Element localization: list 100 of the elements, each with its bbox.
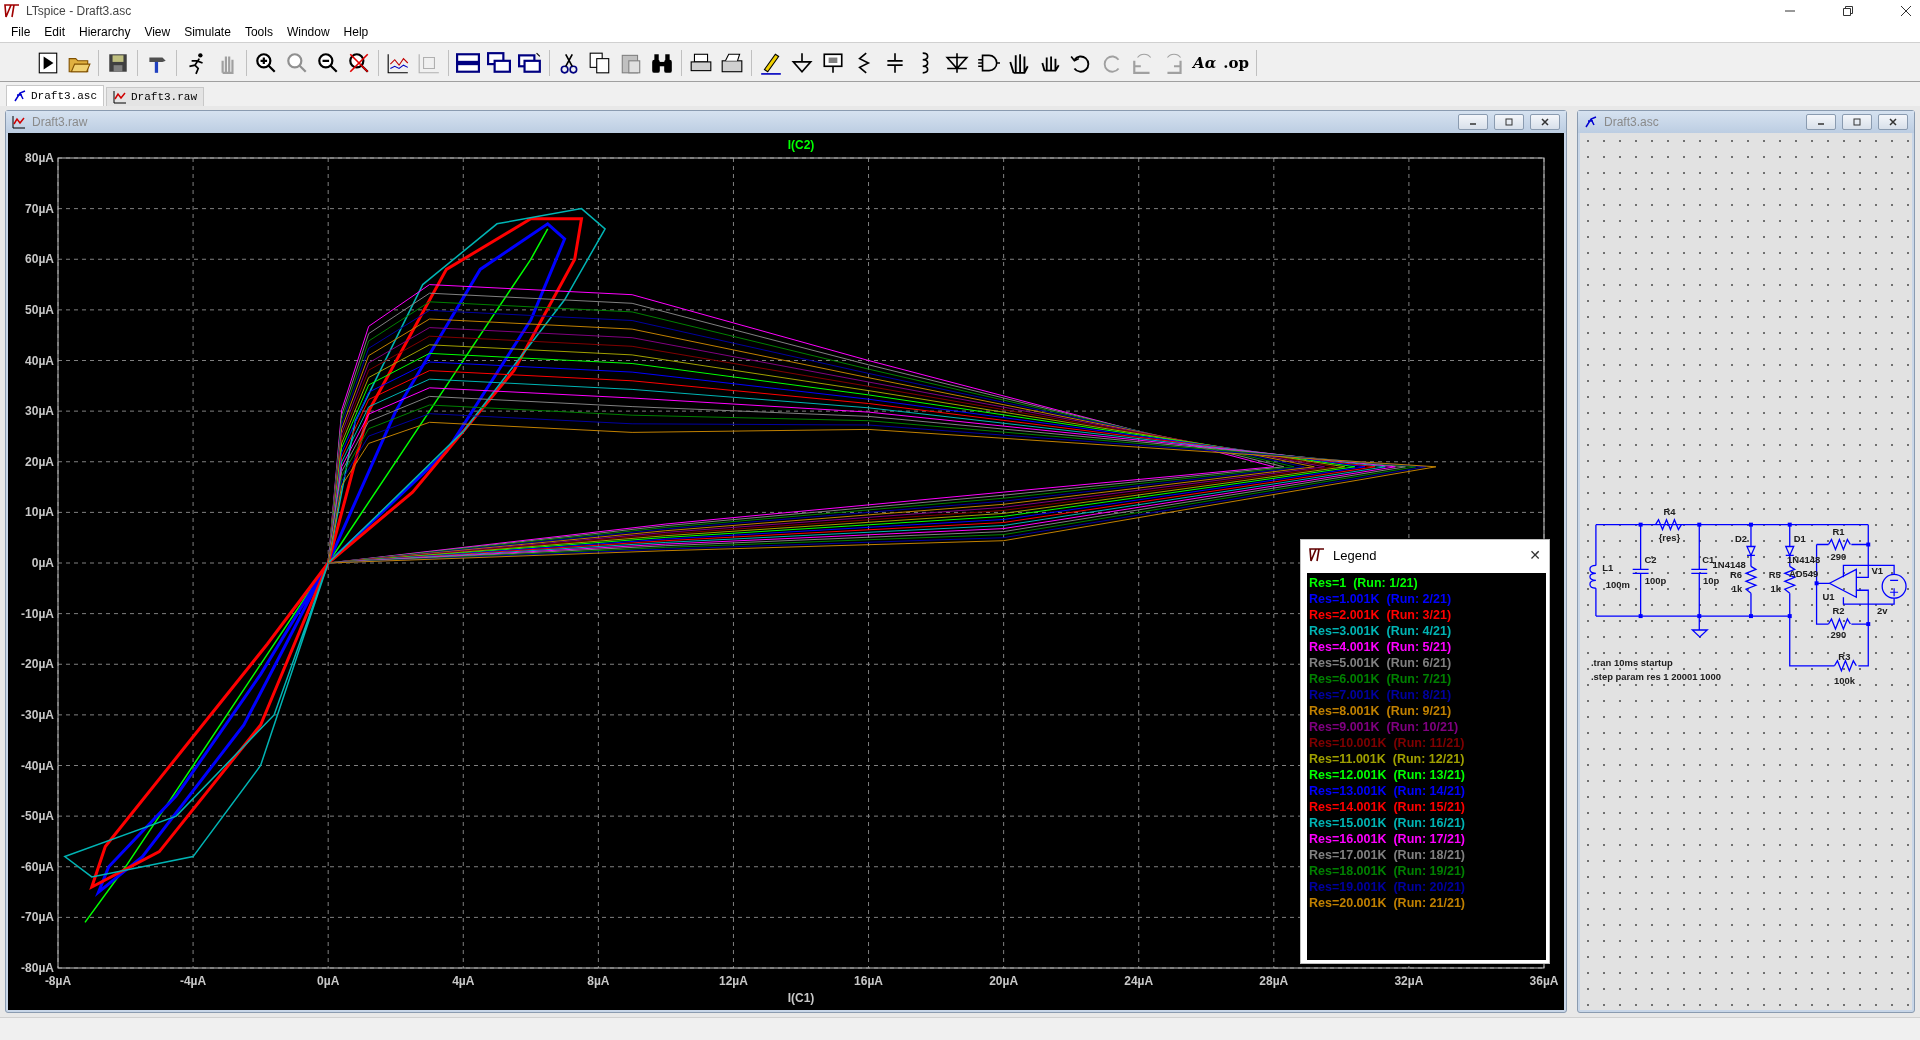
tick-label: -20µA xyxy=(21,657,54,672)
pencil-icon[interactable] xyxy=(759,51,783,75)
tick-label: -4µA xyxy=(179,974,207,988)
maximize-button[interactable] xyxy=(1494,114,1524,130)
tile-vertical-icon[interactable] xyxy=(518,51,542,75)
close-icon[interactable] xyxy=(1900,5,1912,17)
waveform-icon xyxy=(113,90,127,104)
component-label: 10p xyxy=(1703,575,1720,587)
document-tab[interactable]: Draft3.raw xyxy=(106,87,205,106)
legend-title: Legend xyxy=(1333,547,1377,563)
zoom-cancel-icon[interactable] xyxy=(347,51,371,75)
menu-item[interactable]: Simulate xyxy=(177,25,238,39)
save-icon[interactable] xyxy=(106,51,130,75)
component-label: 100m xyxy=(1605,579,1630,591)
tick-label: 40µA xyxy=(25,353,54,368)
tick-label: 0µA xyxy=(31,556,54,570)
tick-label: 30µA xyxy=(25,404,54,419)
binoculars-icon[interactable] xyxy=(650,51,674,75)
component-label: 1k xyxy=(1731,583,1743,595)
schematic-icon xyxy=(13,89,27,103)
tick-label: 36µA xyxy=(1529,974,1559,988)
legend-entry: Res=10.001K (Run: 11/21) xyxy=(1309,735,1466,751)
legend-entry: Res=5.001K (Run: 6/21) xyxy=(1309,655,1453,671)
tick-label: 28µA xyxy=(1259,974,1289,988)
menu-item[interactable]: File xyxy=(4,25,38,39)
menu-item[interactable]: Hierarchy xyxy=(72,25,138,39)
toolbar-text-button[interactable]: .op xyxy=(1223,54,1249,72)
tick-label: 4µA xyxy=(452,974,475,988)
menu-item[interactable]: Help xyxy=(336,25,376,39)
tick-label: 32µA xyxy=(1394,974,1424,988)
component-label: 2v xyxy=(1876,605,1888,617)
cascade-icon[interactable] xyxy=(487,51,511,75)
component-label: R4 xyxy=(1663,505,1676,517)
waveform-icon[interactable] xyxy=(386,51,410,75)
app-logo-icon xyxy=(1309,548,1325,562)
component-label: R5 xyxy=(1768,569,1781,581)
tick-label: 24µA xyxy=(1124,974,1154,988)
menu-item[interactable]: Window xyxy=(279,25,337,39)
window-title: LTspice - Draft3.asc xyxy=(26,4,132,18)
label-icon[interactable] xyxy=(821,51,845,75)
tick-label: 12µA xyxy=(719,974,748,988)
legend-entry: Res=7.001K (Run: 8/21) xyxy=(1309,687,1453,703)
spice-directive: .step param res 1 20001 1000 xyxy=(1590,670,1722,682)
zoom-back-icon[interactable] xyxy=(285,51,309,75)
minimize-button[interactable] xyxy=(1806,114,1836,130)
diode-icon[interactable] xyxy=(945,51,969,75)
schematic-icon xyxy=(1584,115,1598,129)
tick-label: -10µA xyxy=(21,606,54,621)
tile-horizontal-icon[interactable] xyxy=(456,51,480,75)
tick-label: -80µA xyxy=(21,961,54,975)
menu-item[interactable]: Edit xyxy=(37,25,73,39)
close-button[interactable] xyxy=(1530,114,1560,130)
run-icon[interactable] xyxy=(36,51,60,75)
component-label: V1 xyxy=(1871,565,1883,577)
component-label: R1 xyxy=(1832,525,1845,537)
legend-entry: Res=16.001K (Run: 17/21) xyxy=(1309,831,1466,847)
legend-entry: Res=17.001K (Run: 18/21) xyxy=(1309,847,1466,863)
legend-entry: Res=19.001K (Run: 20/21) xyxy=(1309,879,1466,895)
app-logo-icon xyxy=(4,4,20,18)
close-button[interactable]: ✕ xyxy=(1529,547,1541,563)
tick-label: 80µA xyxy=(25,151,54,165)
toolbar-text-button[interactable]: Aα xyxy=(1193,54,1217,72)
ground-icon[interactable] xyxy=(790,51,814,75)
minimize-button[interactable] xyxy=(1458,114,1488,130)
legend-entry: Res=13.001K (Run: 14/21) xyxy=(1309,783,1466,799)
legend-entry: Res=2.001K (Run: 3/21) xyxy=(1309,607,1453,623)
component-label: 290 xyxy=(1830,628,1847,640)
tick-label: 10µA xyxy=(25,505,54,520)
tick-label: 60µA xyxy=(25,252,54,267)
spice-directive: .tran 10ms startup xyxy=(1590,656,1673,668)
zoom-out-icon[interactable] xyxy=(316,51,340,75)
component-label: R2 xyxy=(1832,605,1845,617)
maximize-button[interactable] xyxy=(1842,114,1872,130)
restore-icon[interactable] xyxy=(1842,5,1854,17)
trace-name[interactable]: I(C2) xyxy=(787,138,815,152)
zoom-in-icon[interactable] xyxy=(254,51,278,75)
component-label: C2 xyxy=(1644,554,1657,566)
move-hand-icon[interactable] xyxy=(1007,51,1031,75)
close-icon xyxy=(1888,117,1898,127)
menu-item[interactable]: View xyxy=(137,25,178,39)
legend-entry: Res=11.001K (Run: 12/21) xyxy=(1309,751,1466,767)
tick-label: 20µA xyxy=(989,974,1019,988)
maximize-icon xyxy=(1504,117,1514,127)
copy-icon[interactable] xyxy=(588,51,612,75)
tick-label: 20µA xyxy=(25,454,54,469)
tick-label: 70µA xyxy=(25,201,54,216)
tick-label: -60µA xyxy=(21,859,54,874)
close-button[interactable] xyxy=(1878,114,1908,130)
tick-label: -70µA xyxy=(21,910,54,925)
legend-entry: Res=3.001K (Run: 4/21) xyxy=(1309,623,1453,639)
menu-item[interactable]: Tools xyxy=(237,25,280,39)
component-label: D2 xyxy=(1735,532,1748,544)
legend-entry: Res=4.001K (Run: 5/21) xyxy=(1309,639,1453,655)
tick-label: 50µA xyxy=(25,302,54,317)
document-tab[interactable]: Draft3.asc xyxy=(6,85,104,106)
waveform-icon xyxy=(12,115,26,129)
component-label: {res} xyxy=(1658,531,1681,543)
legend-entry: Res=6.001K (Run: 7/21) xyxy=(1309,671,1453,687)
print-preview-icon[interactable] xyxy=(720,51,744,75)
tick-label: -30µA xyxy=(21,707,54,722)
